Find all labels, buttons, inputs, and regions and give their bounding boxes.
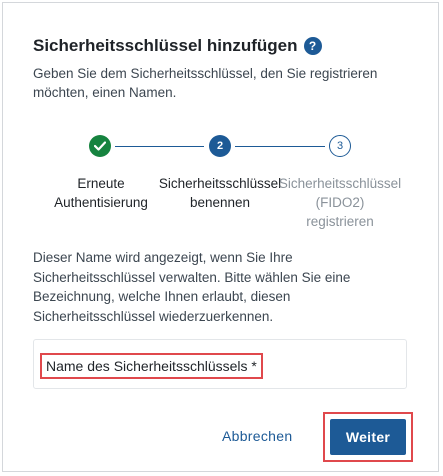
check-icon	[94, 141, 106, 151]
cancel-button[interactable]: Abbrechen	[222, 428, 292, 444]
step-connector-2	[235, 146, 325, 147]
step-1-label-line1: Erneute	[77, 176, 125, 191]
help-icon[interactable]: ?	[303, 37, 322, 55]
step-2-indicator: 2	[209, 135, 231, 157]
step-2-label-line1: Sicherheitsschlüssel	[158, 176, 282, 191]
step-1-label-line2: Authentisierung	[54, 195, 148, 210]
step-2-label-line2: benennen	[189, 195, 251, 210]
step-1-indicator	[89, 135, 111, 157]
info-text: Dieser Name wird angezeigt, wenn Sie Ihr…	[33, 250, 351, 324]
next-button[interactable]: Weiter	[330, 419, 406, 455]
step-3-indicator: 3	[329, 135, 351, 157]
step-3-label-line2: (FIDO2)	[315, 195, 365, 210]
dialog-title: Sicherheitsschlüssel hinzufügen ?	[33, 36, 322, 56]
dialog-title-text: Sicherheitsschlüssel hinzufügen	[33, 36, 298, 55]
step-3-label: Sicherheitsschlüssel (FIDO2) registriere…	[275, 174, 405, 231]
step-1-label: Erneute Authentisierung	[36, 174, 166, 212]
step-2-label: Sicherheitsschlüssel benennen	[155, 174, 285, 212]
security-key-name-label[interactable]: Name des Sicherheitsschlüssels *	[40, 353, 263, 379]
step-3-label-line1: Sicherheitsschlüssel	[278, 176, 402, 191]
dialog-subtitle: Geben Sie dem Sicherheitsschlüssel, den …	[33, 66, 378, 100]
step-connector-1	[115, 146, 204, 147]
submit-highlight: Weiter	[323, 412, 413, 462]
step-3-label-line3: registrieren	[306, 214, 374, 229]
